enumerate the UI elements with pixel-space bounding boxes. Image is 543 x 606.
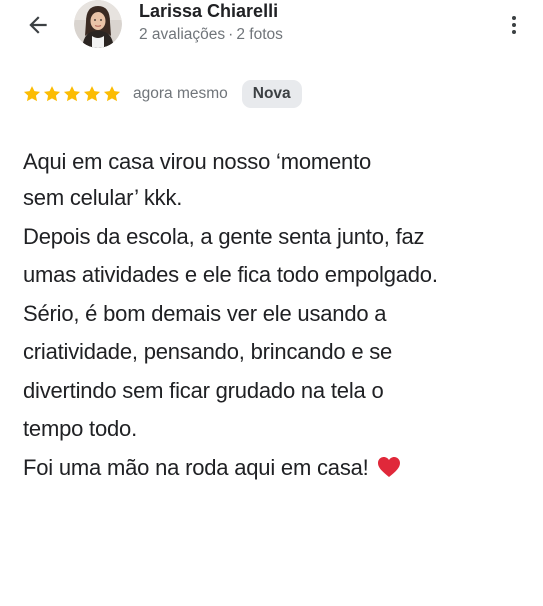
new-badge: Nova xyxy=(241,80,302,108)
review-line: Sério, é bom demais ver ele usando a xyxy=(23,300,387,326)
more-vert-icon xyxy=(512,16,516,34)
rating-row: agora mesmo Nova xyxy=(22,79,302,109)
avatar[interactable] xyxy=(74,0,122,48)
meta-separator: · xyxy=(228,26,234,43)
review-line: criatividade, pensando, brincando e se xyxy=(23,339,393,364)
star-rating xyxy=(22,84,122,104)
review-line: umas atividades e ele fica todo empolgad… xyxy=(23,262,438,287)
star-icon xyxy=(103,86,121,102)
review-line-text: Foi uma mão na roda aqui em casa! xyxy=(23,454,369,480)
more-options-button[interactable] xyxy=(500,8,528,42)
back-button[interactable] xyxy=(18,8,58,42)
star-icon xyxy=(43,86,61,102)
review-timestamp: agora mesmo xyxy=(133,85,228,102)
review-header: Larissa Chiarelli 2 avaliações · 2 fotos xyxy=(0,0,543,56)
review-line: sem celular’ kkk. xyxy=(23,185,183,210)
review-line: tempo todo. xyxy=(23,416,137,441)
arrow-left-icon xyxy=(29,16,47,34)
red-heart-icon xyxy=(377,456,400,477)
review-body: Aqui em casa virou nosso ‘momento sem ce… xyxy=(23,145,533,487)
author-name[interactable]: Larissa Chiarelli xyxy=(139,1,278,22)
author-meta: 2 avaliações · 2 fotos xyxy=(139,26,283,44)
star-icon xyxy=(63,86,81,102)
review-line: divertindo sem ficar grudado na tela o xyxy=(23,377,384,403)
profile-photo xyxy=(74,0,122,48)
photos-count: 2 fotos xyxy=(236,26,283,43)
star-icon xyxy=(23,86,41,102)
review-line: Depois da escola, a gente senta junto, f… xyxy=(23,223,425,249)
review-line: Aqui em casa virou nosso ‘momento xyxy=(23,149,372,174)
star-icon xyxy=(83,86,101,102)
review-last-line: Foi uma mão na roda aqui em casa! xyxy=(23,449,533,488)
reviews-count: 2 avaliações xyxy=(139,26,226,43)
